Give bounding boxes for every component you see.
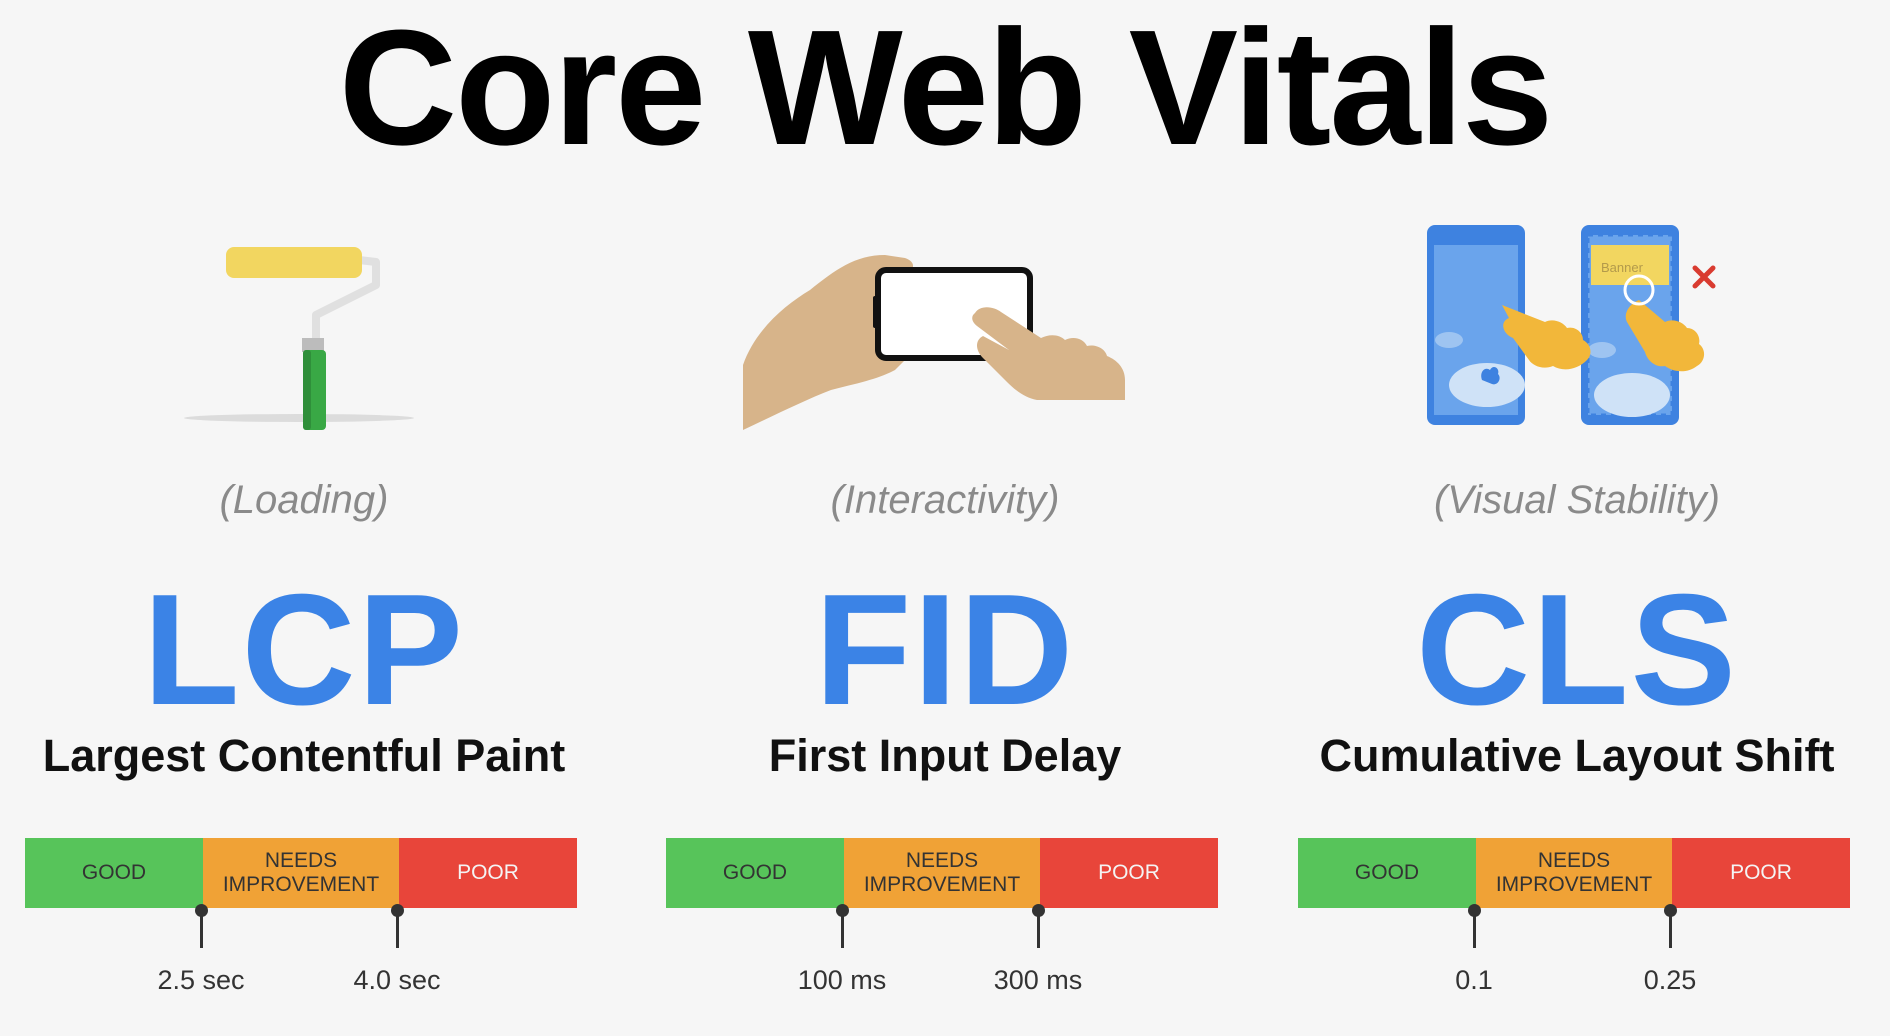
category-label: (Loading)	[219, 478, 389, 522]
needs-label-line2: IMPROVEMENT	[863, 873, 1021, 896]
banner-text: Banner	[1601, 260, 1644, 275]
threshold-label-good: 0.1	[1455, 965, 1493, 995]
category-label: (Visual Stability)	[1433, 478, 1721, 522]
threshold-dot	[391, 904, 404, 917]
threshold-dot	[195, 904, 208, 917]
needs-label-line2: IMPROVEMENT	[222, 873, 380, 896]
needs-label-line1: NEEDS	[1537, 849, 1611, 872]
threshold-bar: GOOD NEEDS IMPROVEMENT POOR	[25, 838, 577, 908]
metric-name: First Input Delay	[768, 730, 1122, 781]
page-title: Core Web Vitals	[338, 0, 1554, 179]
paint-roller-icon	[184, 247, 414, 430]
threshold-bar: GOOD NEEDS IMPROVEMENT POOR	[666, 838, 1218, 908]
metric-card-cls: Banner (Visual Stability) CLS Cumulative…	[1277, 210, 1877, 1010]
metric-name: Cumulative Layout Shift	[1319, 730, 1835, 781]
good-segment: GOOD	[1298, 838, 1476, 908]
threshold-label-poor: 4.0 sec	[353, 965, 441, 995]
threshold-dot	[1032, 904, 1045, 917]
good-segment: GOOD	[666, 838, 844, 908]
metric-card-fid: (Interactivity) FID First Input Delay GO…	[645, 210, 1245, 1010]
poor-segment: POOR	[1672, 838, 1850, 908]
needs-label-line2: IMPROVEMENT	[1495, 873, 1653, 896]
threshold-bar: GOOD NEEDS IMPROVEMENT POOR	[1298, 838, 1850, 908]
threshold-label-good: 100 ms	[797, 965, 887, 995]
metric-abbreviation: LCP	[143, 562, 465, 738]
threshold-dot	[836, 904, 849, 917]
threshold-dot	[1468, 904, 1481, 917]
threshold-label-poor: 0.25	[1643, 965, 1697, 995]
threshold-label-poor: 300 ms	[993, 965, 1083, 995]
phone-tap-icon	[743, 255, 1125, 430]
category-label: (Interactivity)	[830, 478, 1060, 522]
metric-abbreviation: CLS	[1416, 562, 1738, 738]
needs-improvement-segment: NEEDS IMPROVEMENT	[844, 838, 1040, 908]
layout-shift-icon: Banner	[1427, 225, 1716, 425]
metric-abbreviation: FID	[814, 562, 1076, 738]
threshold-label-good: 2.5 sec	[157, 965, 245, 995]
needs-label-line1: NEEDS	[264, 849, 338, 872]
threshold-dot	[1664, 904, 1677, 917]
poor-segment: POOR	[399, 838, 577, 908]
metric-card-lcp: (Loading) LCP Largest Contentful Paint G…	[4, 210, 604, 1010]
needs-label-line1: NEEDS	[905, 849, 979, 872]
metric-name: Largest Contentful Paint	[42, 730, 566, 781]
good-segment: GOOD	[25, 838, 203, 908]
poor-segment: POOR	[1040, 838, 1218, 908]
needs-improvement-segment: NEEDS IMPROVEMENT	[1476, 838, 1672, 908]
needs-improvement-segment: NEEDS IMPROVEMENT	[203, 838, 399, 908]
